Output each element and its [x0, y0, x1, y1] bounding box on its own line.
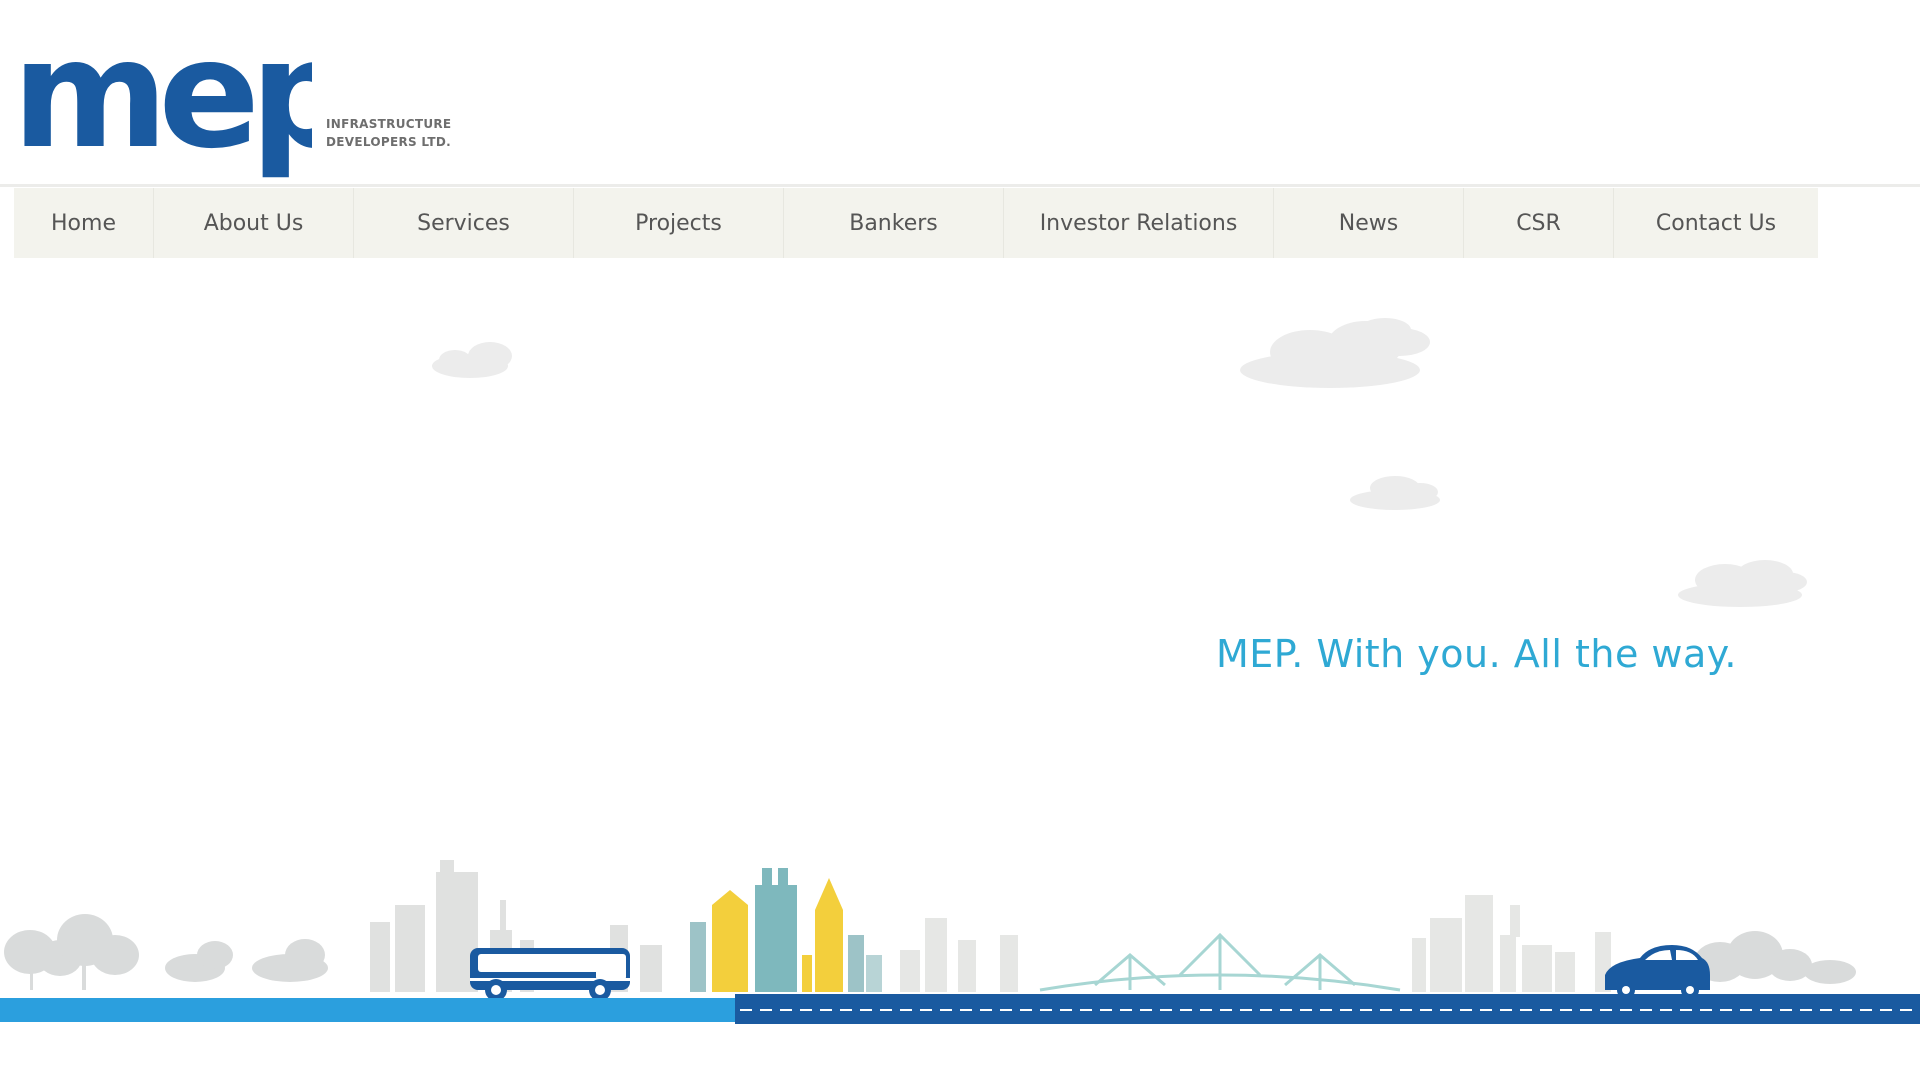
tree-icon: [1694, 931, 1856, 984]
hero-tagline: MEP. With you. All the way.: [1216, 632, 1737, 676]
tree-icon: [4, 914, 328, 990]
cloud-icon: [1350, 476, 1440, 510]
cloud-icon: [1240, 318, 1430, 388]
building-icon: [690, 868, 882, 992]
hero-illustration: [0, 318, 1920, 1024]
road-left: [0, 998, 735, 1022]
car-icon: [1605, 945, 1710, 999]
cloud-icon: [432, 342, 512, 378]
cloud-icon: [1678, 560, 1807, 607]
bus-icon: [470, 948, 630, 1001]
building-icon: [900, 895, 1611, 992]
bridge-icon: [1039, 932, 1401, 992]
